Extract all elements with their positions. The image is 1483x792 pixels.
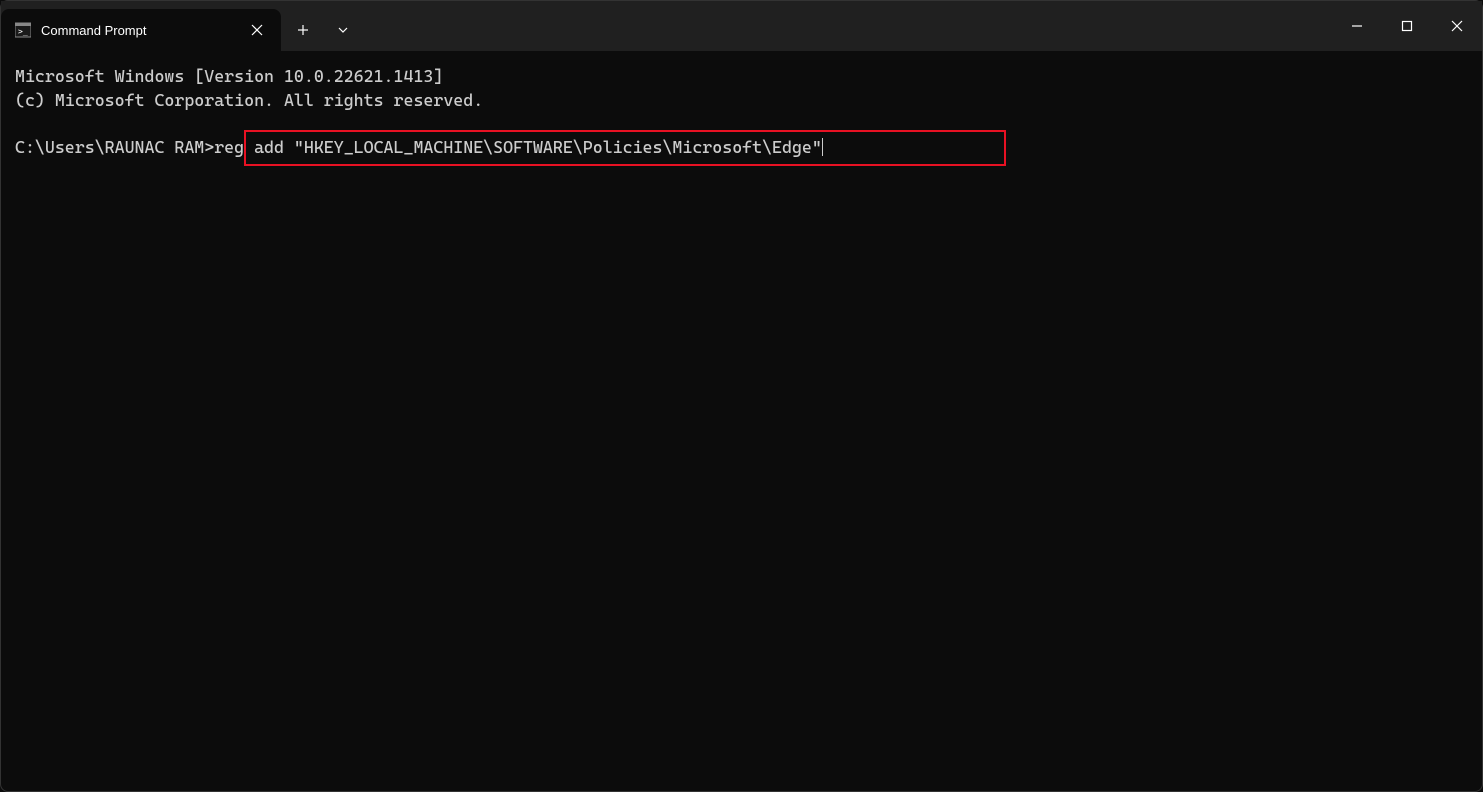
tab-actions xyxy=(281,9,361,51)
maximize-icon xyxy=(1401,20,1413,32)
tab-title: Command Prompt xyxy=(41,23,245,38)
titlebar: >_ Command Prompt xyxy=(1,1,1482,51)
svg-text:>_: >_ xyxy=(18,27,28,36)
minimize-icon xyxy=(1351,20,1363,32)
terminal-command: reg add "HKEY_LOCAL_MACHINE\SOFTWARE\Pol… xyxy=(214,137,822,157)
minimize-button[interactable] xyxy=(1332,1,1382,51)
new-tab-button[interactable] xyxy=(285,12,321,48)
tab-command-prompt[interactable]: >_ Command Prompt xyxy=(1,9,281,51)
close-icon xyxy=(251,24,263,36)
terminal-prompt-line: C:\Users\RAUNAC RAM>reg add "HKEY_LOCAL_… xyxy=(15,136,823,160)
chevron-down-icon xyxy=(337,26,349,34)
cmd-icon: >_ xyxy=(15,22,31,38)
maximize-button[interactable] xyxy=(1382,1,1432,51)
terminal-prompt: C:\Users\RAUNAC RAM> xyxy=(15,137,214,157)
tab-dropdown-button[interactable] xyxy=(325,12,361,48)
window-controls xyxy=(1332,1,1482,51)
window-close-button[interactable] xyxy=(1432,1,1482,51)
titlebar-drag-area[interactable] xyxy=(361,1,1332,51)
terminal-area[interactable]: Microsoft Windows [Version 10.0.22621.14… xyxy=(1,51,1482,174)
plus-icon xyxy=(297,24,309,36)
tab-close-button[interactable] xyxy=(245,18,269,42)
close-icon xyxy=(1451,20,1463,32)
terminal-line: Microsoft Windows [Version 10.0.22621.14… xyxy=(15,66,443,86)
text-cursor xyxy=(822,138,823,156)
terminal-line: (c) Microsoft Corporation. All rights re… xyxy=(15,90,483,110)
